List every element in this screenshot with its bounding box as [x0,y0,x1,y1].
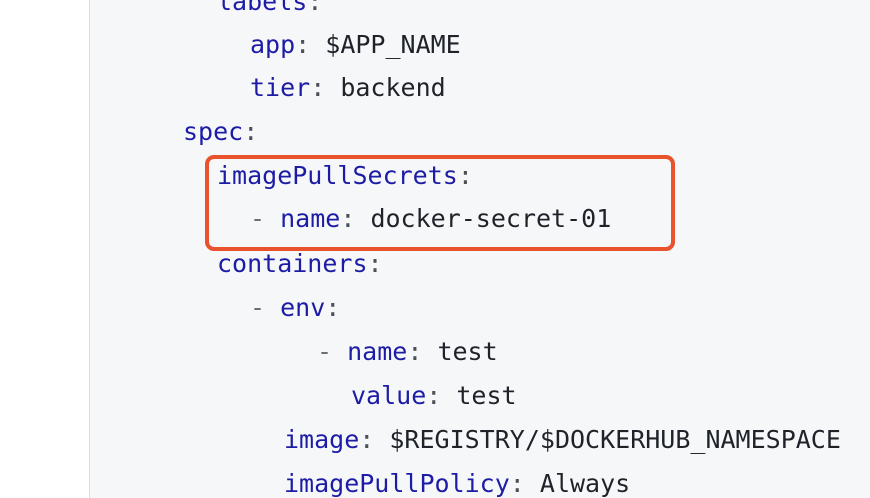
yaml-value: backend [340,73,446,102]
yaml-value: $REGISTRY/$DOCKERHUB_NAMESPACE [389,425,841,454]
yaml-key: spec [183,117,244,146]
yaml-key: containers [217,249,368,278]
code-line-app: app: $APP_NAME [250,30,461,59]
yaml-value: $APP_NAME [325,30,461,59]
yaml-key: value [351,381,427,410]
yaml-key: name [347,337,408,366]
code-line-spec: spec: [183,117,259,146]
code-line-image: image: $REGISTRY/$DOCKERHUB_NAMESPACE [284,425,841,454]
code-line-labels: labels: [217,0,322,24]
code-line-image-pull-policy: imagePullPolicy: Always [284,469,631,498]
list-dash: - [317,337,348,366]
yaml-value: test [437,337,498,366]
code-line-env-value: value: test [351,381,517,410]
code-line-tier: tier: backend [250,73,446,102]
yaml-key: env [280,293,326,322]
page: labels: app: $APP_NAME tier: backend spe… [0,0,870,498]
yaml-value: Always [539,469,631,498]
yaml-key: image [284,425,360,454]
code-line-env-name: - name: test [317,337,498,366]
yaml-key: imagePullPolicy [284,469,510,498]
yaml-value: test [456,381,517,410]
highlight-box [205,155,675,251]
code-line-env: - env: [250,293,341,322]
yaml-key: tier [250,73,311,102]
yaml-key: labels [217,0,308,16]
yaml-code-block: labels: app: $APP_NAME tier: backend spe… [89,0,870,498]
yaml-key: app [250,30,296,59]
list-dash: - [250,293,281,322]
